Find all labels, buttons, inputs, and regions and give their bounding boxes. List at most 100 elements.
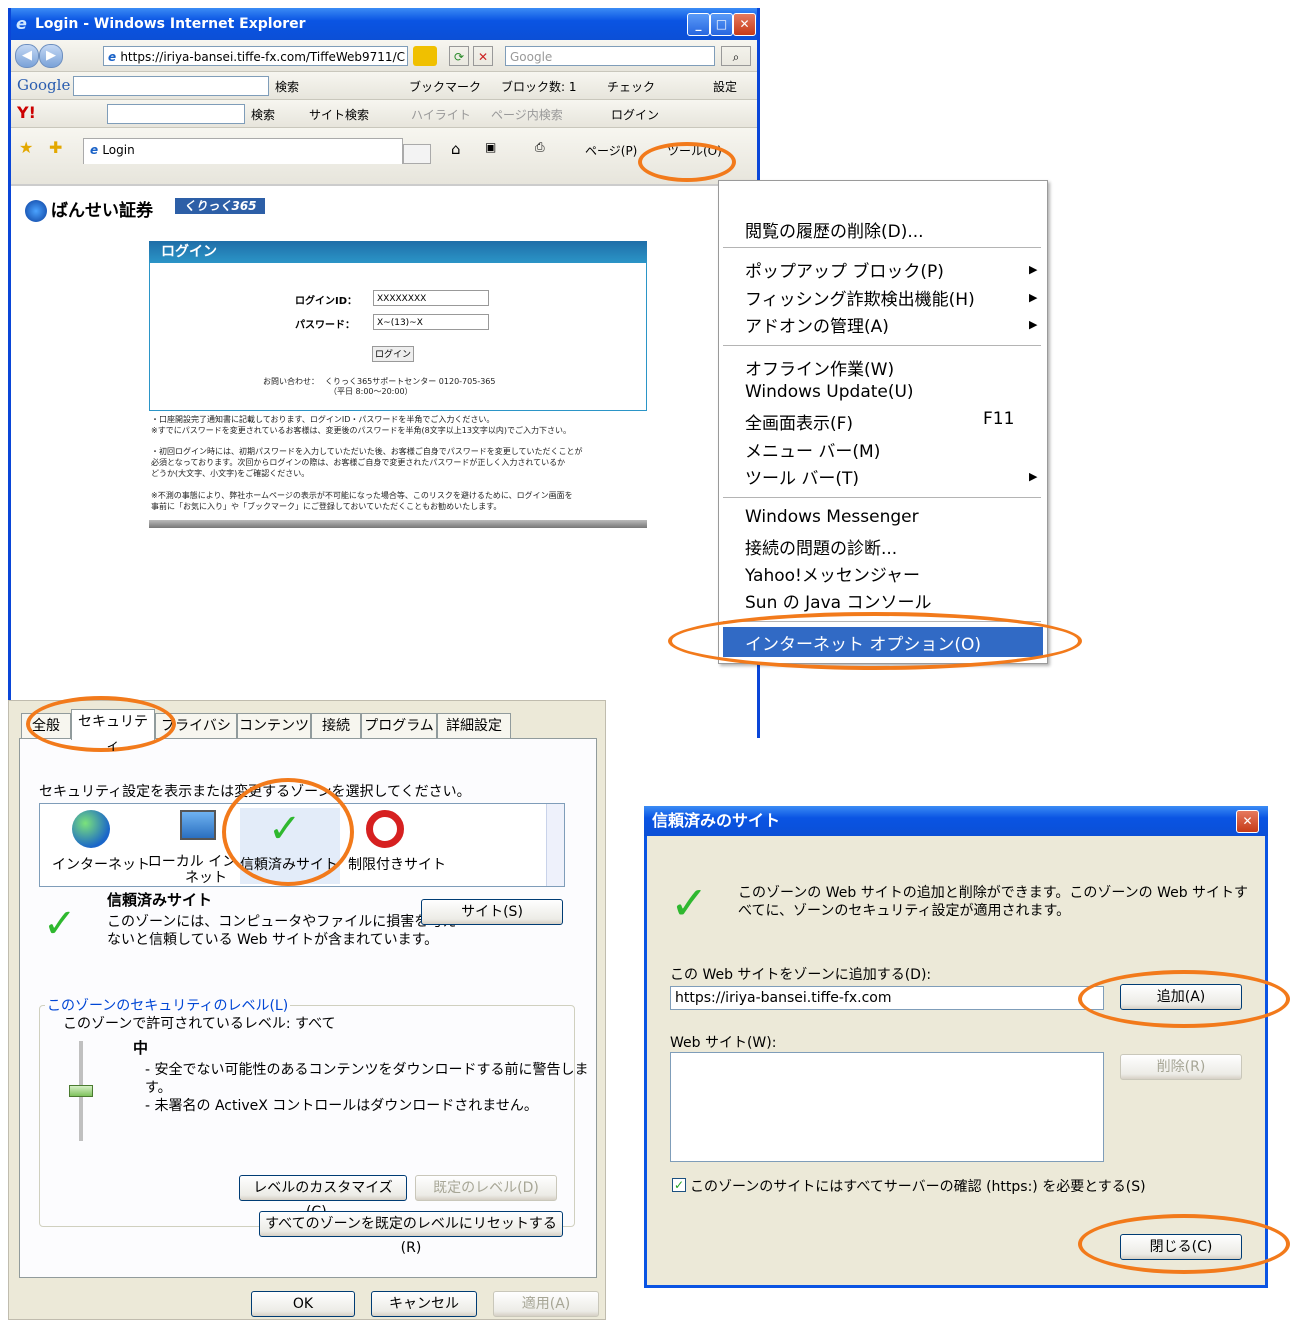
security-slider-thumb[interactable] [69,1085,93,1097]
trusted-close-x-button[interactable]: ✕ [1236,810,1259,833]
tab-security[interactable]: セキュリティ [71,709,155,754]
level-description: す。 [145,1080,172,1096]
back-icon[interactable]: ◀ [15,44,39,68]
print-icon[interactable]: ⎙ [535,140,545,155]
tab-advanced[interactable]: 詳細設定 [437,713,511,738]
menu-item-menu-bar[interactable]: メニュー バー(M) [745,437,880,462]
menu-item-windows-messenger[interactable]: Windows Messenger [745,507,919,527]
login-id-label: ログインID： [295,296,358,307]
menu-item-windows-update[interactable]: Windows Update(U) [745,382,914,402]
add-site-input[interactable]: https://iriya-bansei.tiffe-fx.com [670,986,1104,1010]
cancel-button[interactable]: キャンセル [371,1291,477,1317]
menu-item-work-offline[interactable]: オフライン作業(W) [745,355,894,380]
login-button[interactable]: ログイン [372,346,414,362]
zone-scrollbar[interactable] [546,804,564,886]
submenu-arrow-icon: ▶ [1029,318,1038,331]
menu-item-toolbars[interactable]: ツール バー(T) [745,464,859,489]
add-favorites-icon[interactable]: ✚ [49,138,62,157]
search-input[interactable]: Google [505,46,715,66]
ok-button[interactable]: OK [251,1291,355,1317]
tab-label: Login [102,143,135,157]
blocked-count[interactable]: ブロック数: 1 [501,78,577,95]
reset-all-zones-button[interactable]: すべてのゾーンを既定のレベルにリセットする(R) [259,1211,563,1256]
address-input[interactable]: e https://iriya-bansei.tiffe-fx.com/Tiff… [103,46,408,66]
contact-label: お問い合わせ： [263,377,319,386]
refresh-icon[interactable]: ⟳ [449,46,469,66]
page-icon: e [108,50,121,64]
menu-item-popup-blocker[interactable]: ポップアップ ブロック(P) [745,257,944,282]
page-menu[interactable]: ページ(P) [585,142,637,159]
minimize-button[interactable]: _ [687,13,710,36]
zone-intranet-computer-icon[interactable] [180,810,216,840]
web-sites-list[interactable] [670,1052,1104,1162]
require-https-checkbox[interactable]: ✓ [672,1178,686,1192]
menu-item-java-console[interactable]: Sun の Java コンソール [745,588,931,613]
settings-menu[interactable]: 設定 [713,78,737,95]
zone-internet-label[interactable]: インターネット [52,854,150,874]
menu-separator [723,345,1041,346]
sites-button[interactable]: サイト(S) [421,899,563,925]
zone-description: ないと信頼している Web サイトが含まれています。 [107,932,439,948]
yahoo-search-button[interactable]: 検索 [251,106,275,123]
level-description: - 安全でない可能性のあるコンテンツをダウンロードする前に警告しま [145,1062,589,1078]
note-line: 必須となっております。次回からログインの際は、お客様ご自身で変更されたパスワード… [151,458,566,467]
level-name: 中 [133,1039,149,1057]
login-heading: ログイン [149,241,647,263]
login-id-input[interactable]: XXXXXXXX [373,290,489,306]
google-logo: Google [17,76,71,94]
highlight-close-ring [1078,1214,1290,1274]
zone-restricted-icon[interactable] [366,810,404,848]
apply-button[interactable]: 適用(A) [493,1291,599,1317]
menu-item-full-screen[interactable]: 全画面表示(F) [745,409,853,434]
menu-separator [723,247,1041,248]
tab-connections[interactable]: 接続 [311,713,361,738]
menu-separator [723,497,1041,498]
search-icon[interactable]: ⌕ [721,46,751,66]
trusted-sites-title-bar[interactable]: 信頼済みのサイト ✕ [644,806,1268,836]
forward-icon[interactable]: ▶ [39,44,63,68]
zone-check-icon: ✓ [43,901,77,947]
google-search-input[interactable] [73,76,269,96]
menu-item-diagnose-connection[interactable]: 接続の問題の診断... [745,534,897,559]
stop-icon[interactable]: ✕ [473,46,493,66]
maximize-button[interactable]: □ [710,13,733,36]
custom-level-button[interactable]: レベルのカスタマイズ(C)... [239,1175,407,1220]
password-input[interactable]: X~(13)~X [373,314,489,330]
highlight-button[interactable]: ハイライト [411,106,471,123]
bookmarks-menu[interactable]: ブックマーク [409,78,481,95]
zone-internet-globe-icon[interactable] [72,810,110,848]
tab-programs[interactable]: プログラム [361,713,437,738]
trusted-description: このゾーンの Web サイトの追加と削除ができます。このゾーンの Web サイト… [738,885,1249,901]
new-tab-button[interactable] [403,144,431,164]
close-button[interactable]: ✕ [733,13,756,36]
site-search-button[interactable]: サイト検索 [309,106,369,123]
home-icon[interactable]: ⌂ [451,140,461,158]
password-label: パスワード： [295,320,355,331]
menu-item-manage-addons[interactable]: アドオンの管理(A) [745,312,889,337]
menu-item-phishing-filter[interactable]: フィッシング詐欺検出機能(H) [745,285,975,310]
title-bar[interactable]: e Login - Windows Internet Explorer _ □ … [11,8,757,40]
page-search-button[interactable]: ページ内検索 [491,106,563,123]
web-sites-label: Web サイト(W): [670,1035,777,1051]
allowed-levels: このゾーンで許可されているレベル: すべて [63,1016,336,1032]
note-line: ・口座開設完了通知書に記載しております、ログインID・パスワードを半角でご入力く… [151,415,495,424]
spellcheck-menu[interactable]: チェック [607,78,655,95]
yahoo-logo: Y! [17,103,36,122]
yahoo-login-button[interactable]: ログイン [611,106,659,123]
tab-content[interactable]: コンテンツ [237,713,311,738]
highlight-internet-options-ring [668,612,1082,670]
google-search-button[interactable]: 検索 [275,78,299,95]
default-level-button[interactable]: 既定のレベル(D) [415,1175,557,1201]
brand-logo: ばんせい証券 [25,196,153,222]
menu-item-delete-history[interactable]: 閲覧の履歴の削除(D)... [745,217,924,242]
favorites-star-icon[interactable]: ★ [19,138,33,157]
lock-icon[interactable] [413,46,437,66]
note-line: ・初回ログイン時には、初期パスワードを入力していただいた後、お客様ご自身でパスワ… [151,447,583,456]
tab-login[interactable]: e Login [83,138,403,164]
feeds-icon[interactable]: ▣ [485,140,496,154]
footer-bar [149,520,647,528]
menu-item-yahoo-messenger[interactable]: Yahoo!メッセンジャー [745,561,920,586]
yahoo-search-input[interactable] [107,104,245,124]
zone-restricted-label[interactable]: 制限付きサイト [348,854,446,874]
remove-button[interactable]: 削除(R) [1120,1054,1242,1080]
